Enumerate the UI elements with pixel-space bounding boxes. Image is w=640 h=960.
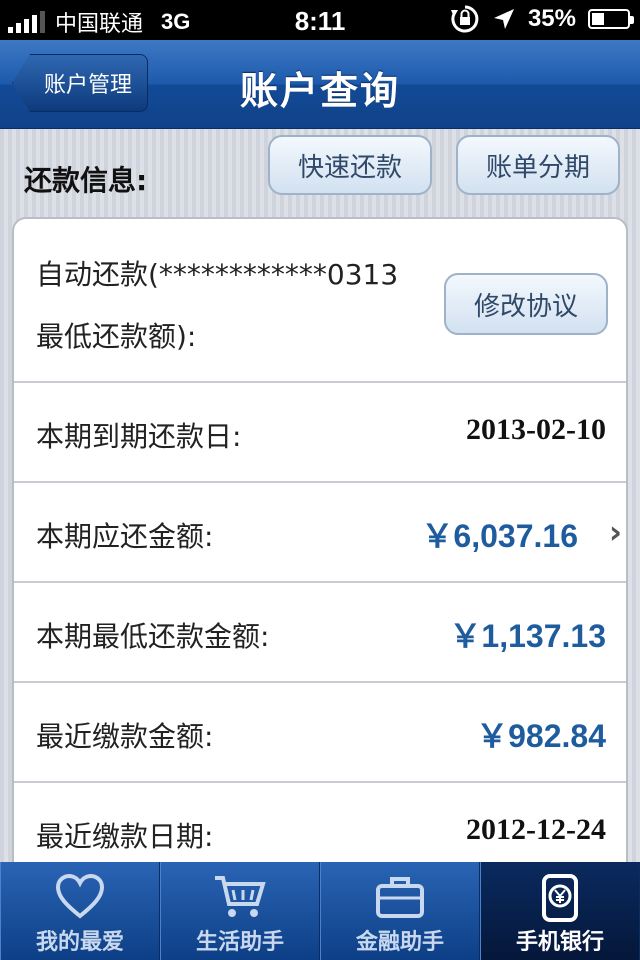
last-payment-amount-label: 最近缴款金额: [36, 720, 214, 753]
battery-icon [588, 9, 634, 29]
tab-bar: 我的最爱 生活助手 金融助手 手机银行 [0, 862, 640, 960]
auto-repay-min-text: 最低还款额): [36, 320, 197, 353]
auto-repay-text: 自动还款(************0313 [36, 258, 399, 291]
due-date-value: 2013-02-10 [466, 413, 606, 446]
amount-due-value: ￥6,037.16 [421, 518, 578, 554]
amount-due-label: 本期应还金额: [36, 520, 214, 553]
tab-label: 金融助手 [355, 930, 444, 955]
battery-percent: 35% [527, 5, 576, 32]
min-payment-value: ￥1,137.13 [449, 618, 606, 654]
status-bar: 中国联通 3G 8:11 35% [0, 0, 640, 40]
cart-icon [215, 876, 266, 917]
table-row: 本期到期还款日: 2013-02-10 [14, 381, 626, 481]
tab-mobile-banking[interactable]: 手机银行 [480, 862, 640, 960]
briefcase-icon [376, 877, 424, 918]
table-row: 最近缴款日期: 2012-12-24 [14, 781, 626, 862]
table-row: 本期最低还款金额: ￥1,137.13 [14, 581, 626, 681]
tab-life-assistant[interactable]: 生活助手 [160, 862, 320, 960]
min-payment-label: 本期最低还款金额: [36, 620, 270, 653]
quick-repay-button[interactable]: 快速还款 [268, 135, 432, 195]
due-date-label: 本期到期还款日: [36, 420, 242, 453]
tab-label: 生活助手 [195, 930, 284, 955]
location-arrow-icon [493, 9, 514, 29]
content-area[interactable]: 还款信息: 快速还款 账单分期 自动还款(************0313 最低… [0, 129, 640, 862]
tab-finance-assistant[interactable]: 金融助手 [320, 862, 480, 960]
phone-yuan-icon [542, 874, 578, 922]
last-payment-amount-value: ￥982.84 [476, 718, 606, 754]
tab-label: 我的最爱 [35, 930, 124, 955]
status-right: 35% [450, 4, 634, 34]
last-payment-date-label: 最近缴款日期: [36, 820, 214, 853]
tab-favorites[interactable]: 我的最爱 [0, 862, 160, 960]
auto-repay-row: 自动还款(************0313 最低还款额): 修改协议 [14, 219, 626, 381]
rotation-lock-icon [450, 5, 479, 33]
page-title: 账户查询 [239, 69, 400, 113]
tab-label: 手机银行 [515, 930, 604, 955]
section-label: 还款信息: [24, 164, 148, 197]
chevron-right-icon[interactable]: › [609, 513, 622, 551]
nav-bar: 账户管理 账户查询 [0, 40, 640, 129]
modify-agreement-button[interactable]: 修改协议 [444, 273, 608, 335]
last-payment-date-value: 2012-12-24 [466, 813, 606, 846]
table-row: 最近缴款金额: ￥982.84 [14, 681, 626, 781]
repayment-info-card: 自动还款(************0313 最低还款额): 修改协议 本期到期还… [12, 217, 628, 862]
heart-icon [55, 874, 105, 919]
table-row[interactable]: 本期应还金额: ￥6,037.16 › [14, 481, 626, 581]
bill-installment-button[interactable]: 账单分期 [456, 135, 620, 195]
